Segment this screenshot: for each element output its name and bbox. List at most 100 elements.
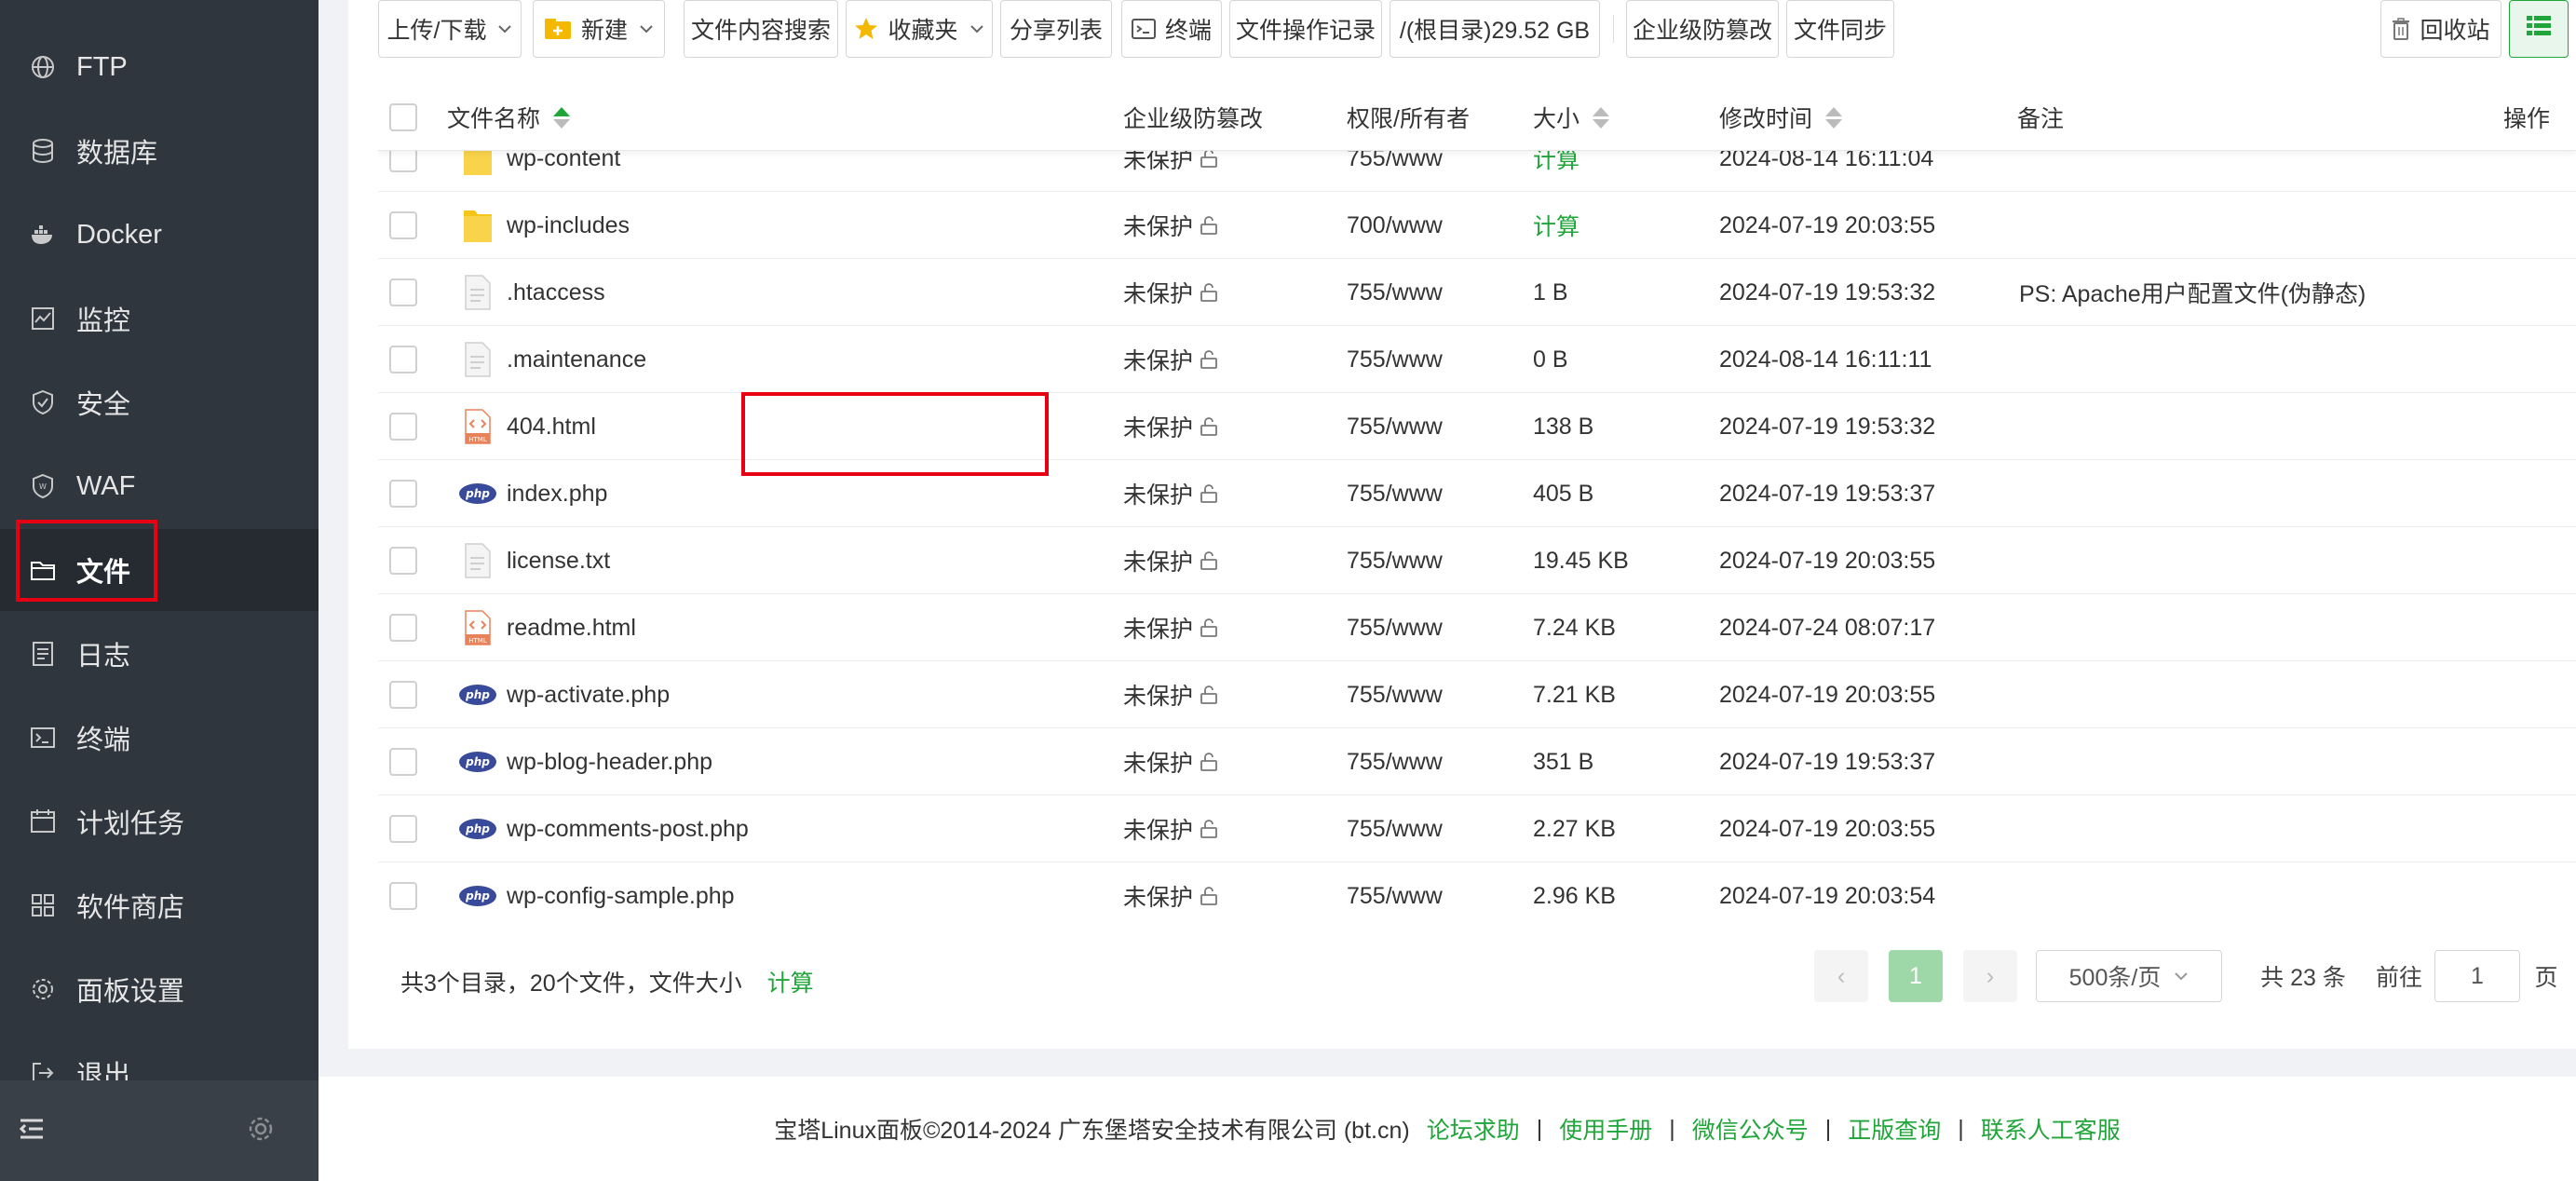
file-name[interactable]: index.php (507, 460, 607, 527)
apps-icon (30, 892, 56, 918)
sidebar-item-0[interactable]: FTP (0, 26, 319, 108)
pager-prev-button[interactable]: ‹ (1814, 950, 1868, 1002)
share-list-button[interactable]: 分享列表 (1000, 0, 1112, 58)
permission-owner[interactable]: 755/www (1347, 393, 1443, 460)
tamper-status[interactable]: 未保护 (1123, 527, 1219, 594)
footer-link[interactable]: 论坛求助 (1427, 1112, 1520, 1146)
file-name[interactable]: wp-comments-post.php (507, 795, 749, 862)
row-checkbox[interactable] (389, 460, 417, 527)
recycle-bin-button[interactable]: 回收站 (2380, 0, 2501, 58)
terminal-button[interactable]: 终端 (1121, 0, 1222, 58)
file-name[interactable]: wp-includes (507, 192, 630, 259)
list-view-button[interactable] (2509, 0, 2569, 58)
permission-owner[interactable]: 755/www (1347, 795, 1443, 862)
footer-link[interactable]: 联系人工客服 (1981, 1112, 2121, 1146)
footer-link[interactable]: 微信公众号 (1692, 1112, 1809, 1146)
file-name[interactable]: wp-blog-header.php (507, 728, 712, 795)
sidebar-item-3[interactable]: 监控 (0, 278, 319, 360)
column-header-name[interactable]: 文件名称 (447, 84, 571, 151)
sidebar-item-8[interactable]: 终端 (0, 697, 319, 779)
file-note[interactable]: PS: Apache用户配置文件(伪静态) (2019, 259, 2366, 326)
file-name[interactable]: license.txt (507, 527, 610, 594)
disk-usage-button[interactable]: /(根目录)29.52 GB (1390, 0, 1600, 58)
modified-time: 2024-07-24 08:07:17 (1719, 614, 1936, 641)
column-header-size[interactable]: 大小 (1533, 84, 1610, 151)
tamper-status[interactable]: 未保护 (1123, 862, 1219, 922)
upload-download-button[interactable]: 上传/下载 (378, 0, 522, 58)
table-row[interactable]: php index.php 未保护 755/www 405 B 2024-07-19 19… (378, 460, 2576, 527)
permission-owner[interactable]: 755/www (1347, 862, 1443, 922)
tamper-status[interactable]: 未保护 (1123, 594, 1219, 661)
row-checkbox[interactable] (389, 661, 417, 728)
file-name[interactable]: wp-config-sample.php (507, 862, 735, 922)
row-checkbox[interactable] (389, 259, 417, 326)
tamper-status[interactable]: 未保护 (1123, 795, 1219, 862)
table-row[interactable]: license.txt 未保护 755/www 19.45 KB 2024-07-19 … (378, 527, 2576, 594)
file-name[interactable]: 404.html (507, 393, 596, 460)
file-name[interactable]: .maintenance (507, 326, 646, 393)
pager-next-button[interactable]: › (1963, 950, 2017, 1002)
sidebar-item-11[interactable]: 面板设置 (0, 948, 319, 1030)
table-row[interactable]: wp-includes 未保护 700/www 计算 2024-07-19 20:03:… (378, 192, 2576, 259)
row-checkbox[interactable] (389, 326, 417, 393)
tamper-status[interactable]: 未保护 (1123, 728, 1219, 795)
column-header-mtime[interactable]: 修改时间 (1719, 84, 1843, 151)
file-name[interactable]: .htaccess (507, 259, 605, 326)
calculate-size-link[interactable]: 计算 (767, 971, 814, 997)
page-size-select[interactable]: 500条/页 (2036, 950, 2222, 1002)
file-operation-log-button[interactable]: 文件操作记录 (1229, 0, 1382, 58)
sidebar-item-10[interactable]: 软件商店 (0, 864, 319, 946)
new-button[interactable]: 新建 (533, 0, 665, 58)
search-content-button[interactable]: 文件内容搜索 (684, 0, 838, 58)
tamper-status[interactable]: 未保护 (1123, 326, 1219, 393)
row-checkbox[interactable] (389, 393, 417, 460)
table-row[interactable]: php wp-activate.php 未保护 755/www 7.21 KB 2024-… (378, 661, 2576, 728)
row-checkbox[interactable] (389, 192, 417, 259)
tamper-status[interactable]: 未保护 (1123, 460, 1219, 527)
table-row[interactable]: php wp-config-sample.php 未保护 755/www 2.96 KB… (378, 862, 2576, 922)
permission-owner[interactable]: 755/www (1347, 728, 1443, 795)
select-all-checkbox[interactable] (389, 84, 417, 151)
footer-link[interactable]: 正版查询 (1848, 1112, 1941, 1146)
table-row[interactable]: HTML readme.html 未保护 755/www 7.24 KB 2024-07-… (378, 594, 2576, 661)
column-header-ops: 操作 (2503, 106, 2551, 132)
permission-owner[interactable]: 755/www (1347, 326, 1443, 393)
table-row[interactable]: HTML 404.html 未保护 755/www 138 B 2024-07-19 19… (378, 393, 2576, 460)
favorites-button[interactable]: 收藏夹 (846, 0, 993, 58)
sidebar-item-1[interactable]: 数据库 (0, 110, 319, 192)
permission-owner[interactable]: 755/www (1347, 527, 1443, 594)
tamper-status[interactable]: 未保护 (1123, 661, 1219, 728)
sidebar-item-4[interactable]: 安全 (0, 361, 319, 443)
sidebar-item-5[interactable]: W WAF (0, 445, 319, 527)
row-checkbox[interactable] (389, 862, 417, 922)
table-row[interactable]: php wp-blog-header.php 未保护 755/www 351 B 2024… (378, 728, 2576, 795)
row-checkbox[interactable] (389, 795, 417, 862)
sidebar-item-9[interactable]: 计划任务 (0, 781, 319, 862)
file-name[interactable]: readme.html (507, 594, 636, 661)
settings-gear-icon[interactable] (246, 1114, 276, 1144)
permission-owner[interactable]: 755/www (1347, 460, 1443, 527)
tamper-protection-button[interactable]: 企业级防篡改 (1626, 0, 1779, 58)
table-row[interactable]: .htaccess 未保护 755/www 1 B 2024-07-19 19:53:3… (378, 259, 2576, 326)
table-row[interactable]: .maintenance 未保护 755/www 0 B 2024-08-14 16:1… (378, 326, 2576, 393)
row-checkbox[interactable] (389, 728, 417, 795)
pager-current-page[interactable]: 1 (1889, 950, 1943, 1002)
file-size[interactable]: 计算 (1533, 192, 1579, 259)
file-sync-button[interactable]: 文件同步 (1786, 0, 1894, 58)
collapse-menu-icon[interactable] (17, 1114, 47, 1144)
pager-goto-input[interactable]: 1 (2434, 950, 2520, 1002)
sidebar-item-7[interactable]: 日志 (0, 613, 319, 695)
row-checkbox[interactable] (389, 594, 417, 661)
permission-owner[interactable]: 755/www (1347, 594, 1443, 661)
tamper-status[interactable]: 未保护 (1123, 259, 1219, 326)
footer-link[interactable]: 使用手册 (1559, 1112, 1652, 1146)
tamper-status[interactable]: 未保护 (1123, 393, 1219, 460)
tamper-status[interactable]: 未保护 (1123, 192, 1219, 259)
permission-owner[interactable]: 755/www (1347, 259, 1443, 326)
file-name[interactable]: wp-activate.php (507, 661, 670, 728)
permission-owner[interactable]: 755/www (1347, 661, 1443, 728)
table-row[interactable]: php wp-comments-post.php 未保护 755/www 2.27 KB… (378, 795, 2576, 862)
sidebar-item-2[interactable]: Docker (0, 194, 319, 276)
row-checkbox[interactable] (389, 527, 417, 594)
permission-owner[interactable]: 700/www (1347, 192, 1443, 259)
